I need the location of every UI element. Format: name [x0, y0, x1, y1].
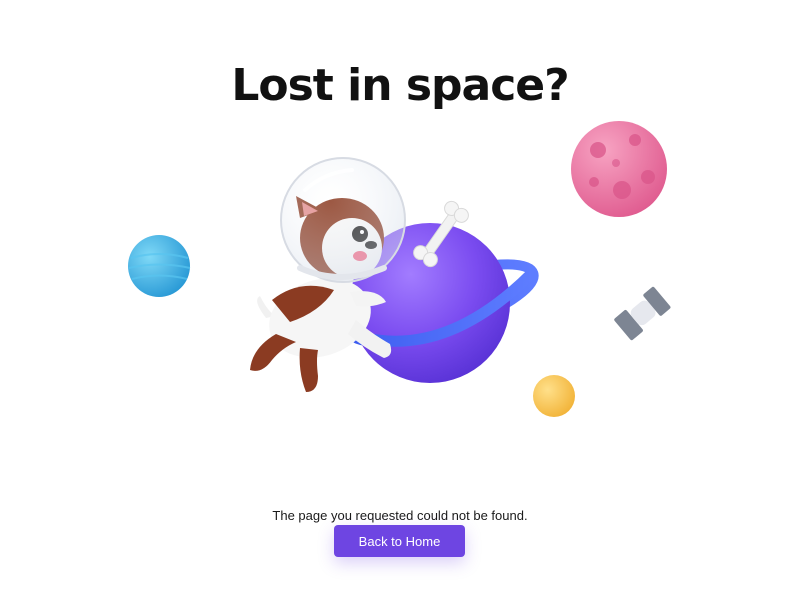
- error-message: The page you requested could not be foun…: [272, 508, 528, 523]
- back-to-home-button[interactable]: Back to Home: [334, 525, 465, 557]
- not-found-page: Lost in space? The page you requested co…: [0, 0, 800, 602]
- pink-moon-icon: [571, 121, 667, 217]
- satellite-icon: [614, 286, 671, 341]
- yellow-planet-icon: [533, 375, 575, 417]
- page-title: Lost in space?: [231, 60, 569, 111]
- blue-planet-icon: [128, 235, 191, 297]
